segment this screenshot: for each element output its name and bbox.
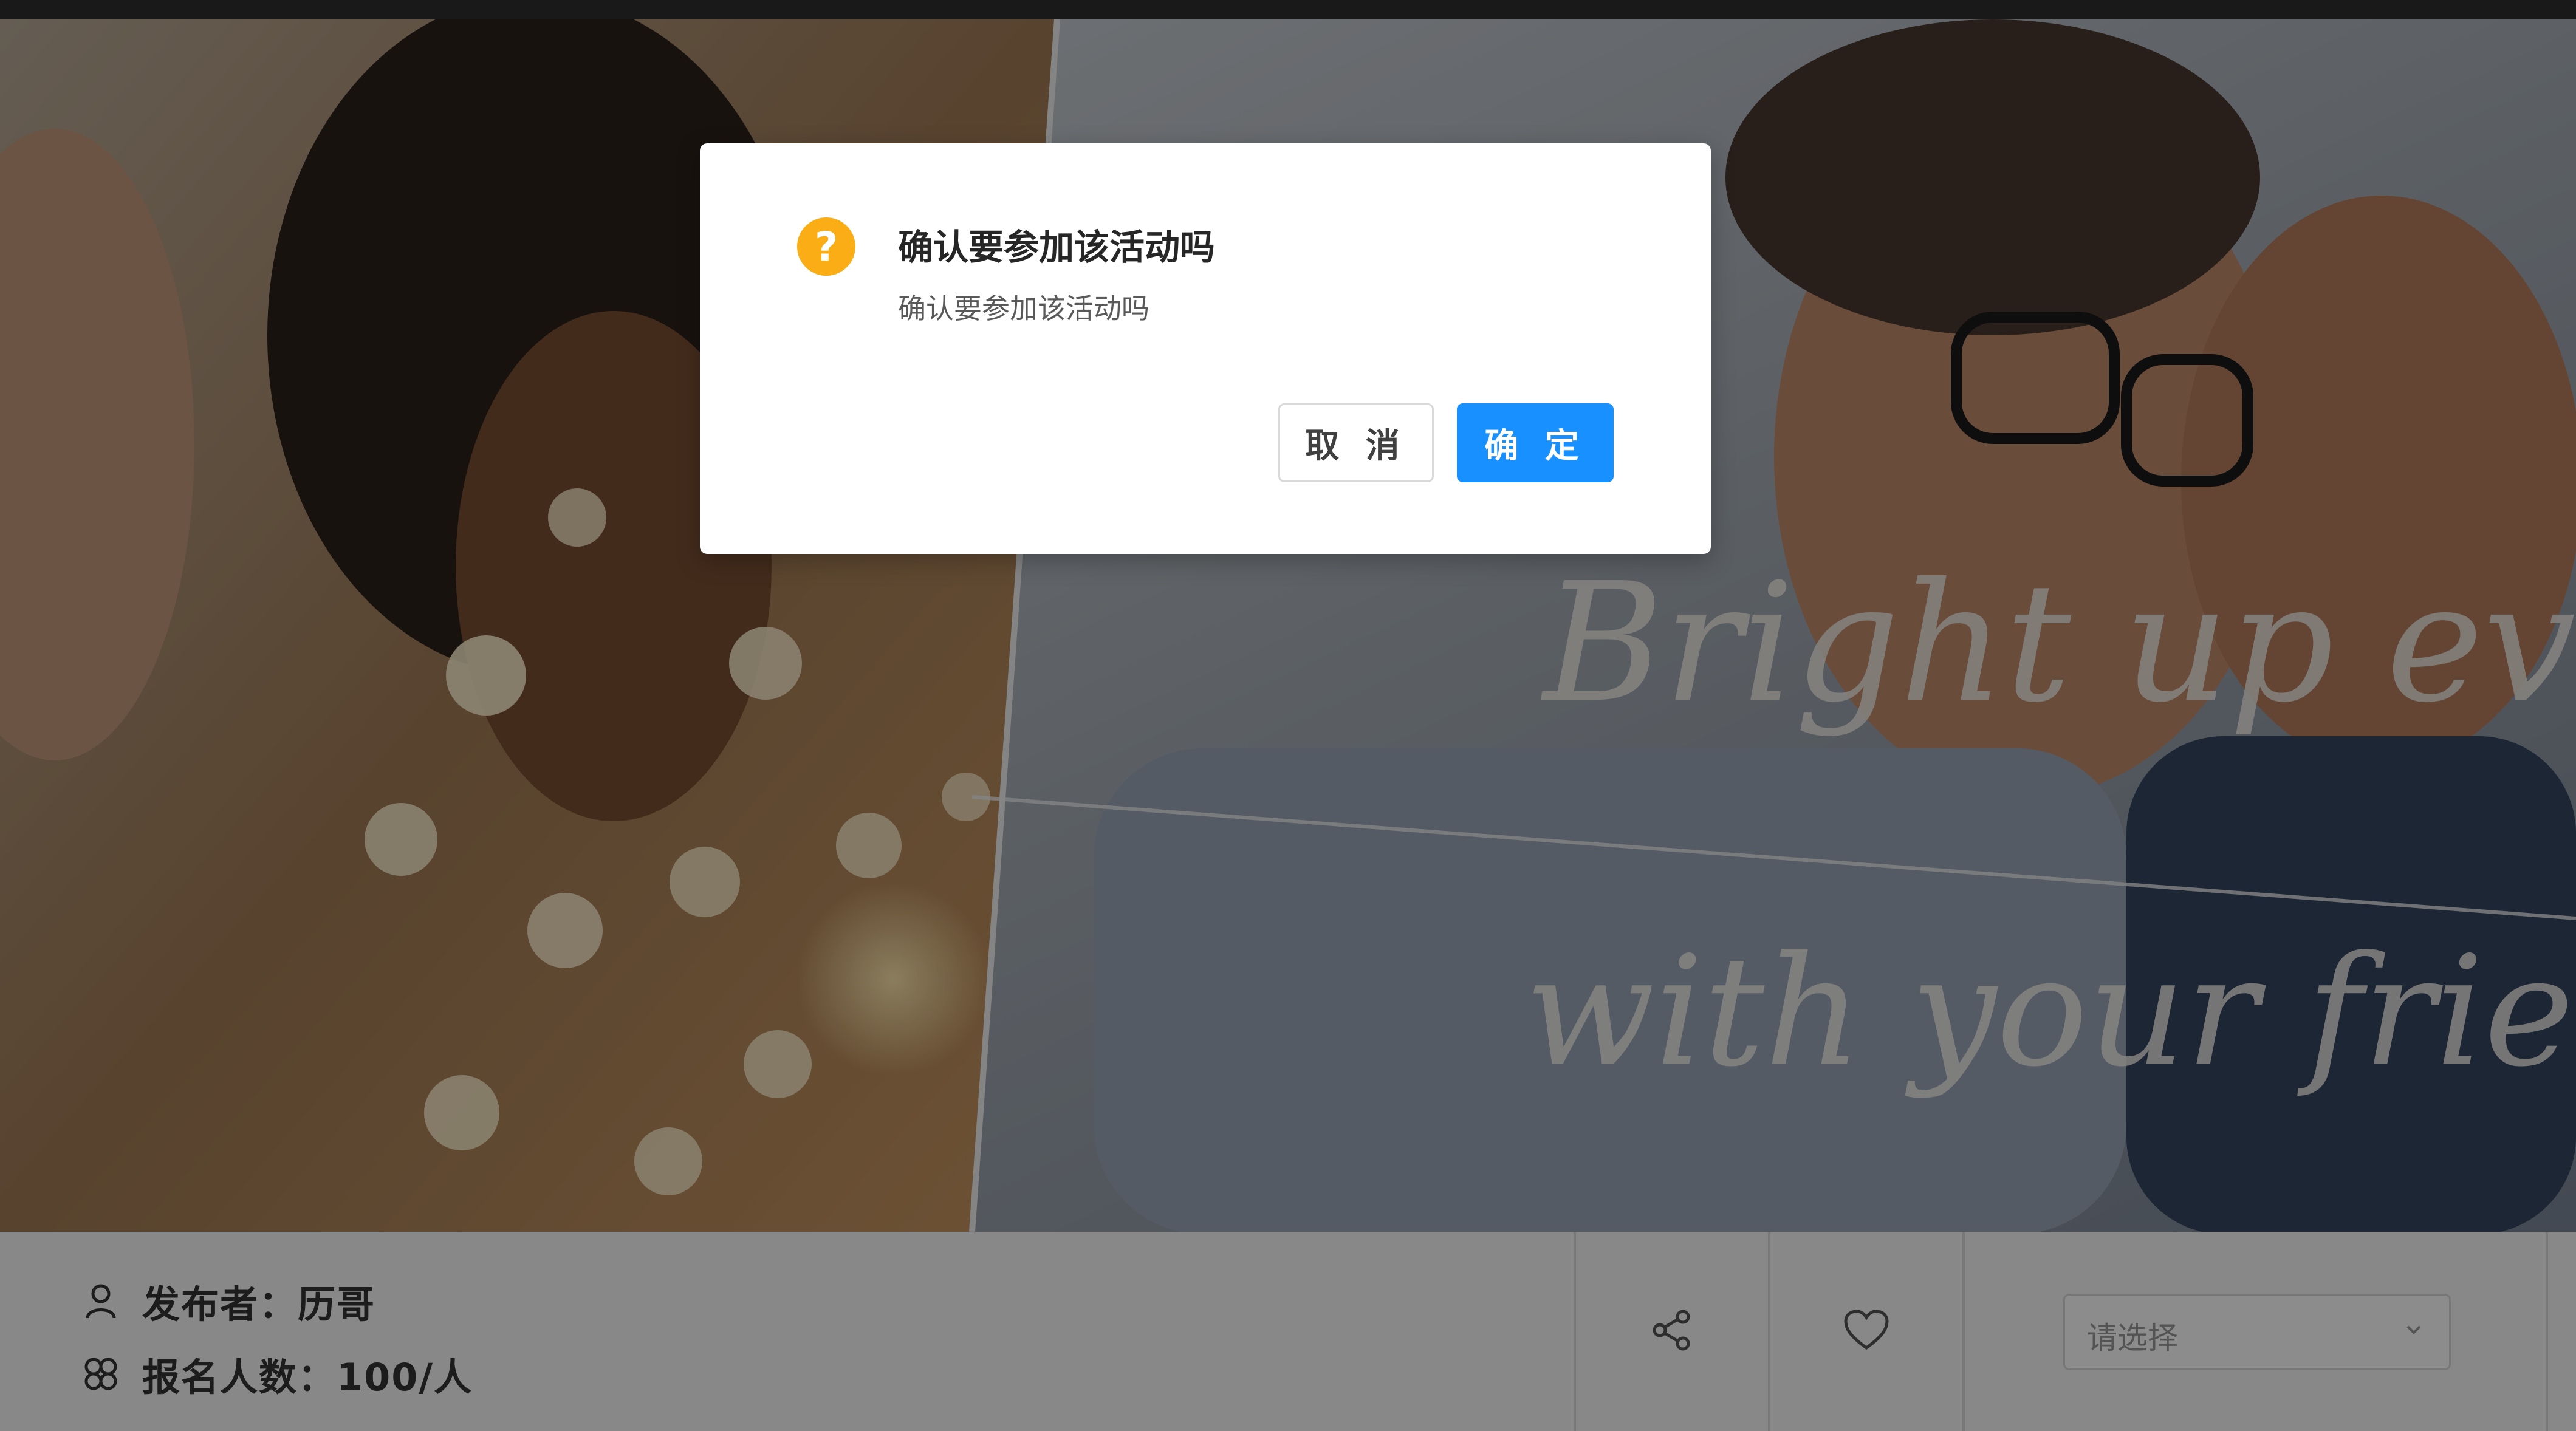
dialog-title: 确认要参加该活动吗 [898, 227, 1216, 268]
confirm-button[interactable]: 确 定 [1457, 403, 1614, 482]
confirm-dialog: ? 确认要参加该活动吗 确认要参加该活动吗 取 消 确 定 [700, 143, 1711, 554]
question-icon: ? [797, 217, 855, 276]
cancel-button[interactable]: 取 消 [1278, 403, 1434, 482]
dialog-content: 确认要参加该活动吗 [898, 292, 1149, 325]
